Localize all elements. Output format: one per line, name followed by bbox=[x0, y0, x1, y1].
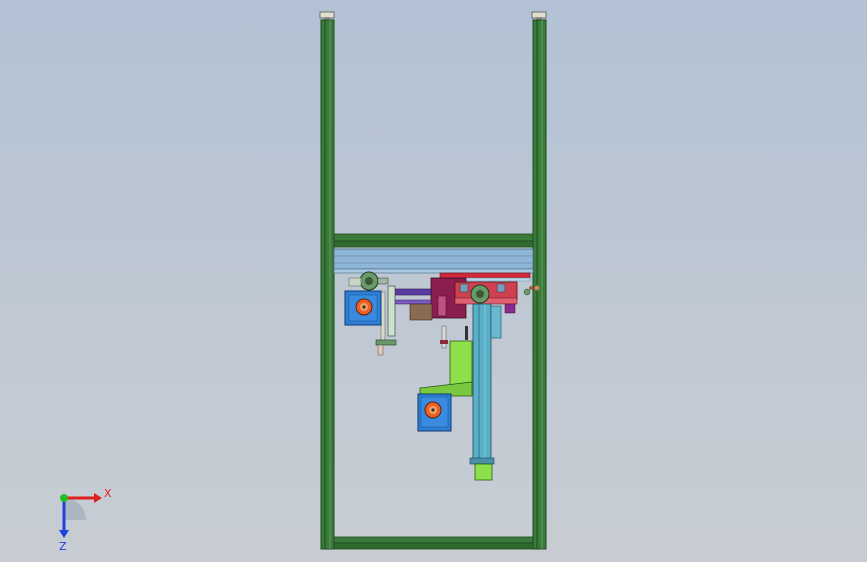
machine-model-front-view[interactable] bbox=[0, 0, 867, 562]
frame-post-left bbox=[320, 19, 335, 550]
frame-post-right bbox=[532, 19, 547, 550]
mounting-plate bbox=[333, 248, 534, 274]
z-axis-column bbox=[469, 303, 502, 481]
pulley-left bbox=[348, 271, 389, 291]
cad-viewport[interactable]: X Z bbox=[0, 0, 867, 562]
x-axis-label: X bbox=[104, 487, 112, 500]
servo-motor-lower bbox=[417, 393, 452, 432]
z-axis-label: Z bbox=[59, 540, 67, 550]
triad-shadow bbox=[64, 498, 86, 520]
bottom-cross-beam bbox=[333, 536, 534, 550]
servo-motor-left bbox=[344, 290, 382, 326]
y-axis-origin bbox=[60, 494, 68, 502]
drive-shaft bbox=[393, 288, 433, 321]
motor-bracket bbox=[419, 340, 473, 397]
x-axis-arrowhead bbox=[94, 493, 102, 503]
coordinate-triad: X Z bbox=[59, 487, 112, 550]
z-axis-arrowhead bbox=[59, 530, 69, 538]
upper-cross-beam bbox=[333, 233, 534, 248]
